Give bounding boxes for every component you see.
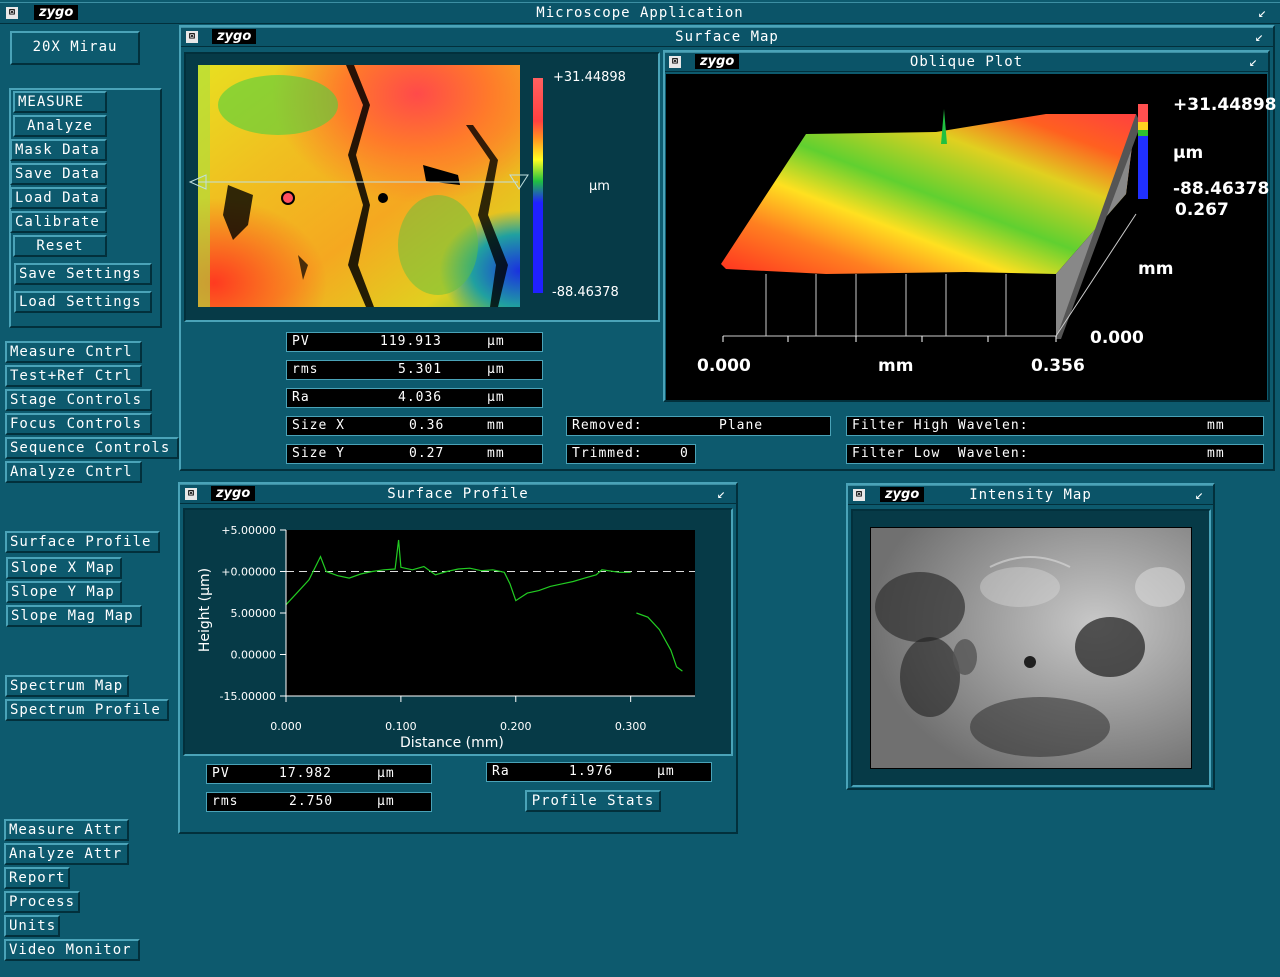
- profile-axes: [285, 530, 695, 697]
- measure-attr-button[interactable]: Measure Attr: [4, 819, 129, 841]
- trimmed-field: Trimmed: 0: [566, 444, 696, 464]
- profile-series-line: [636, 612, 683, 672]
- profile-rms-field: rms 2.750 µm: [206, 792, 432, 812]
- sequence-controls-button[interactable]: Sequence Controls: [5, 437, 179, 459]
- x-tick-label: 0.200: [500, 720, 532, 733]
- profile-line-marker[interactable]: [188, 172, 533, 192]
- surface-map-title-bar: ⊠ zygo Surface Map ↙: [181, 27, 1273, 47]
- measure-button[interactable]: MEASURE: [13, 91, 107, 113]
- stat-pv: PV 119.913 µm: [286, 332, 543, 352]
- resize-icon[interactable]: ↙: [717, 487, 725, 501]
- stat-size-y: Size Y 0.27 mm: [286, 444, 543, 464]
- x-tick-label: 0.100: [385, 720, 417, 733]
- x-tick-label: 0.300: [615, 720, 647, 733]
- scale-max-label: +31.44898: [553, 70, 626, 85]
- oblique-x-max: 0.356: [1031, 356, 1085, 376]
- stage-controls-button[interactable]: Stage Controls: [5, 389, 152, 411]
- analyze-cntrl-button[interactable]: Analyze Cntrl: [5, 461, 142, 483]
- surface-map-title: Surface Map: [675, 29, 779, 45]
- resize-icon[interactable]: ↙: [1258, 6, 1266, 20]
- analyze-attr-button[interactable]: Analyze Attr: [4, 843, 129, 865]
- intensity-map-title-bar: ⊠ zygo Intensity Map ↙: [848, 485, 1213, 505]
- intensity-map-image[interactable]: [870, 527, 1192, 769]
- units-button[interactable]: Units: [4, 915, 60, 937]
- oblique-scale-unit: µm: [1173, 143, 1204, 163]
- spectrum-profile-button[interactable]: Spectrum Profile: [5, 699, 169, 721]
- video-monitor-button[interactable]: Video Monitor: [4, 939, 140, 961]
- y-tick-label: +0.00000: [221, 566, 276, 579]
- stat-rms: rms 5.301 µm: [286, 360, 543, 380]
- oblique-plot-title-bar: ⊠ zygo Oblique Plot ↙: [665, 52, 1268, 72]
- calibrate-button[interactable]: Calibrate: [10, 211, 107, 233]
- oblique-scale-min: -88.46378: [1173, 179, 1270, 199]
- profile-pv-field: PV 17.982 µm: [206, 764, 432, 784]
- y-tick-label: +5.00000: [221, 524, 276, 537]
- filter-high-field: Filter High Wavelen: mm: [846, 416, 1264, 436]
- slope-mag-map-button[interactable]: Slope Mag Map: [6, 605, 142, 627]
- oblique-x-unit: mm: [878, 356, 914, 376]
- profile-series-line: [285, 539, 631, 606]
- report-button[interactable]: Report: [4, 867, 70, 889]
- test-ref-ctrl-button[interactable]: Test+Ref Ctrl: [5, 365, 142, 387]
- oblique-surface-render: [721, 104, 1148, 342]
- save-data-button[interactable]: Save Data: [10, 163, 107, 185]
- objective-button[interactable]: 20X Mirau: [10, 31, 140, 65]
- profile-stats-button[interactable]: Profile Stats: [525, 790, 661, 812]
- removed-field: Removed: Plane: [566, 416, 831, 436]
- surface-map-colorbar: [533, 78, 543, 293]
- load-data-button[interactable]: Load Data: [10, 187, 107, 209]
- intensity-map-title: Intensity Map: [969, 487, 1092, 503]
- slope-x-map-button[interactable]: Slope X Map: [6, 557, 122, 579]
- slope-y-map-button[interactable]: Slope Y Map: [6, 581, 122, 603]
- filter-low-field: Filter Low Wavelen: mm: [846, 444, 1264, 464]
- scale-unit-label: µm: [589, 179, 610, 194]
- analyze-button[interactable]: Analyze: [13, 115, 107, 137]
- scale-min-label: -88.46378: [552, 285, 619, 300]
- y-tick-label: -15.00000: [220, 690, 276, 703]
- stat-size-x: Size X 0.36 mm: [286, 416, 543, 436]
- y-tick-label: 5.00000: [231, 607, 277, 620]
- profile-y-axis-label: Height (µm): [197, 567, 213, 653]
- oblique-y-min: 0.000: [1090, 328, 1144, 348]
- spectrum-map-button[interactable]: Spectrum Map: [5, 675, 129, 697]
- app-title: Microscope Application: [536, 5, 744, 21]
- y-tick-label: 0.00000: [231, 649, 277, 662]
- surface-profile-title: Surface Profile: [387, 486, 529, 502]
- resize-icon[interactable]: ↙: [1249, 55, 1257, 69]
- profile-x-axis-label: Distance (mm): [400, 735, 504, 751]
- stat-ra: Ra 4.036 µm: [286, 388, 543, 408]
- measure-cntrl-button[interactable]: Measure Cntrl: [5, 341, 142, 363]
- focus-controls-button[interactable]: Focus Controls: [5, 413, 152, 435]
- process-button[interactable]: Process: [4, 891, 80, 913]
- oblique-scale-max: +31.44898: [1173, 95, 1277, 115]
- mask-data-button[interactable]: Mask Data: [10, 139, 107, 161]
- profile-ra-field: Ra 1.976 µm: [486, 762, 712, 782]
- reset-button[interactable]: Reset: [13, 235, 107, 257]
- resize-icon[interactable]: ↙: [1255, 30, 1263, 44]
- oblique-y-unit: mm: [1138, 259, 1174, 279]
- save-settings-button[interactable]: Save Settings: [14, 263, 152, 285]
- profile-chart: +5.00000+0.000005.000000.00000-15.00000 …: [220, 524, 695, 733]
- load-settings-button[interactable]: Load Settings: [14, 291, 152, 313]
- x-tick-label: 0.000: [270, 720, 302, 733]
- oblique-plot-title: Oblique Plot: [909, 54, 1024, 70]
- surface-profile-title-bar: ⊠ zygo Surface Profile ↙: [180, 484, 736, 504]
- app-title-bar: ⊠ zygo Microscope Application ↙: [0, 2, 1280, 24]
- oblique-x-min: 0.000: [697, 356, 751, 376]
- resize-icon[interactable]: ↙: [1195, 488, 1203, 502]
- surface-profile-button[interactable]: Surface Profile: [5, 531, 160, 553]
- oblique-y-max: 0.267: [1175, 200, 1229, 220]
